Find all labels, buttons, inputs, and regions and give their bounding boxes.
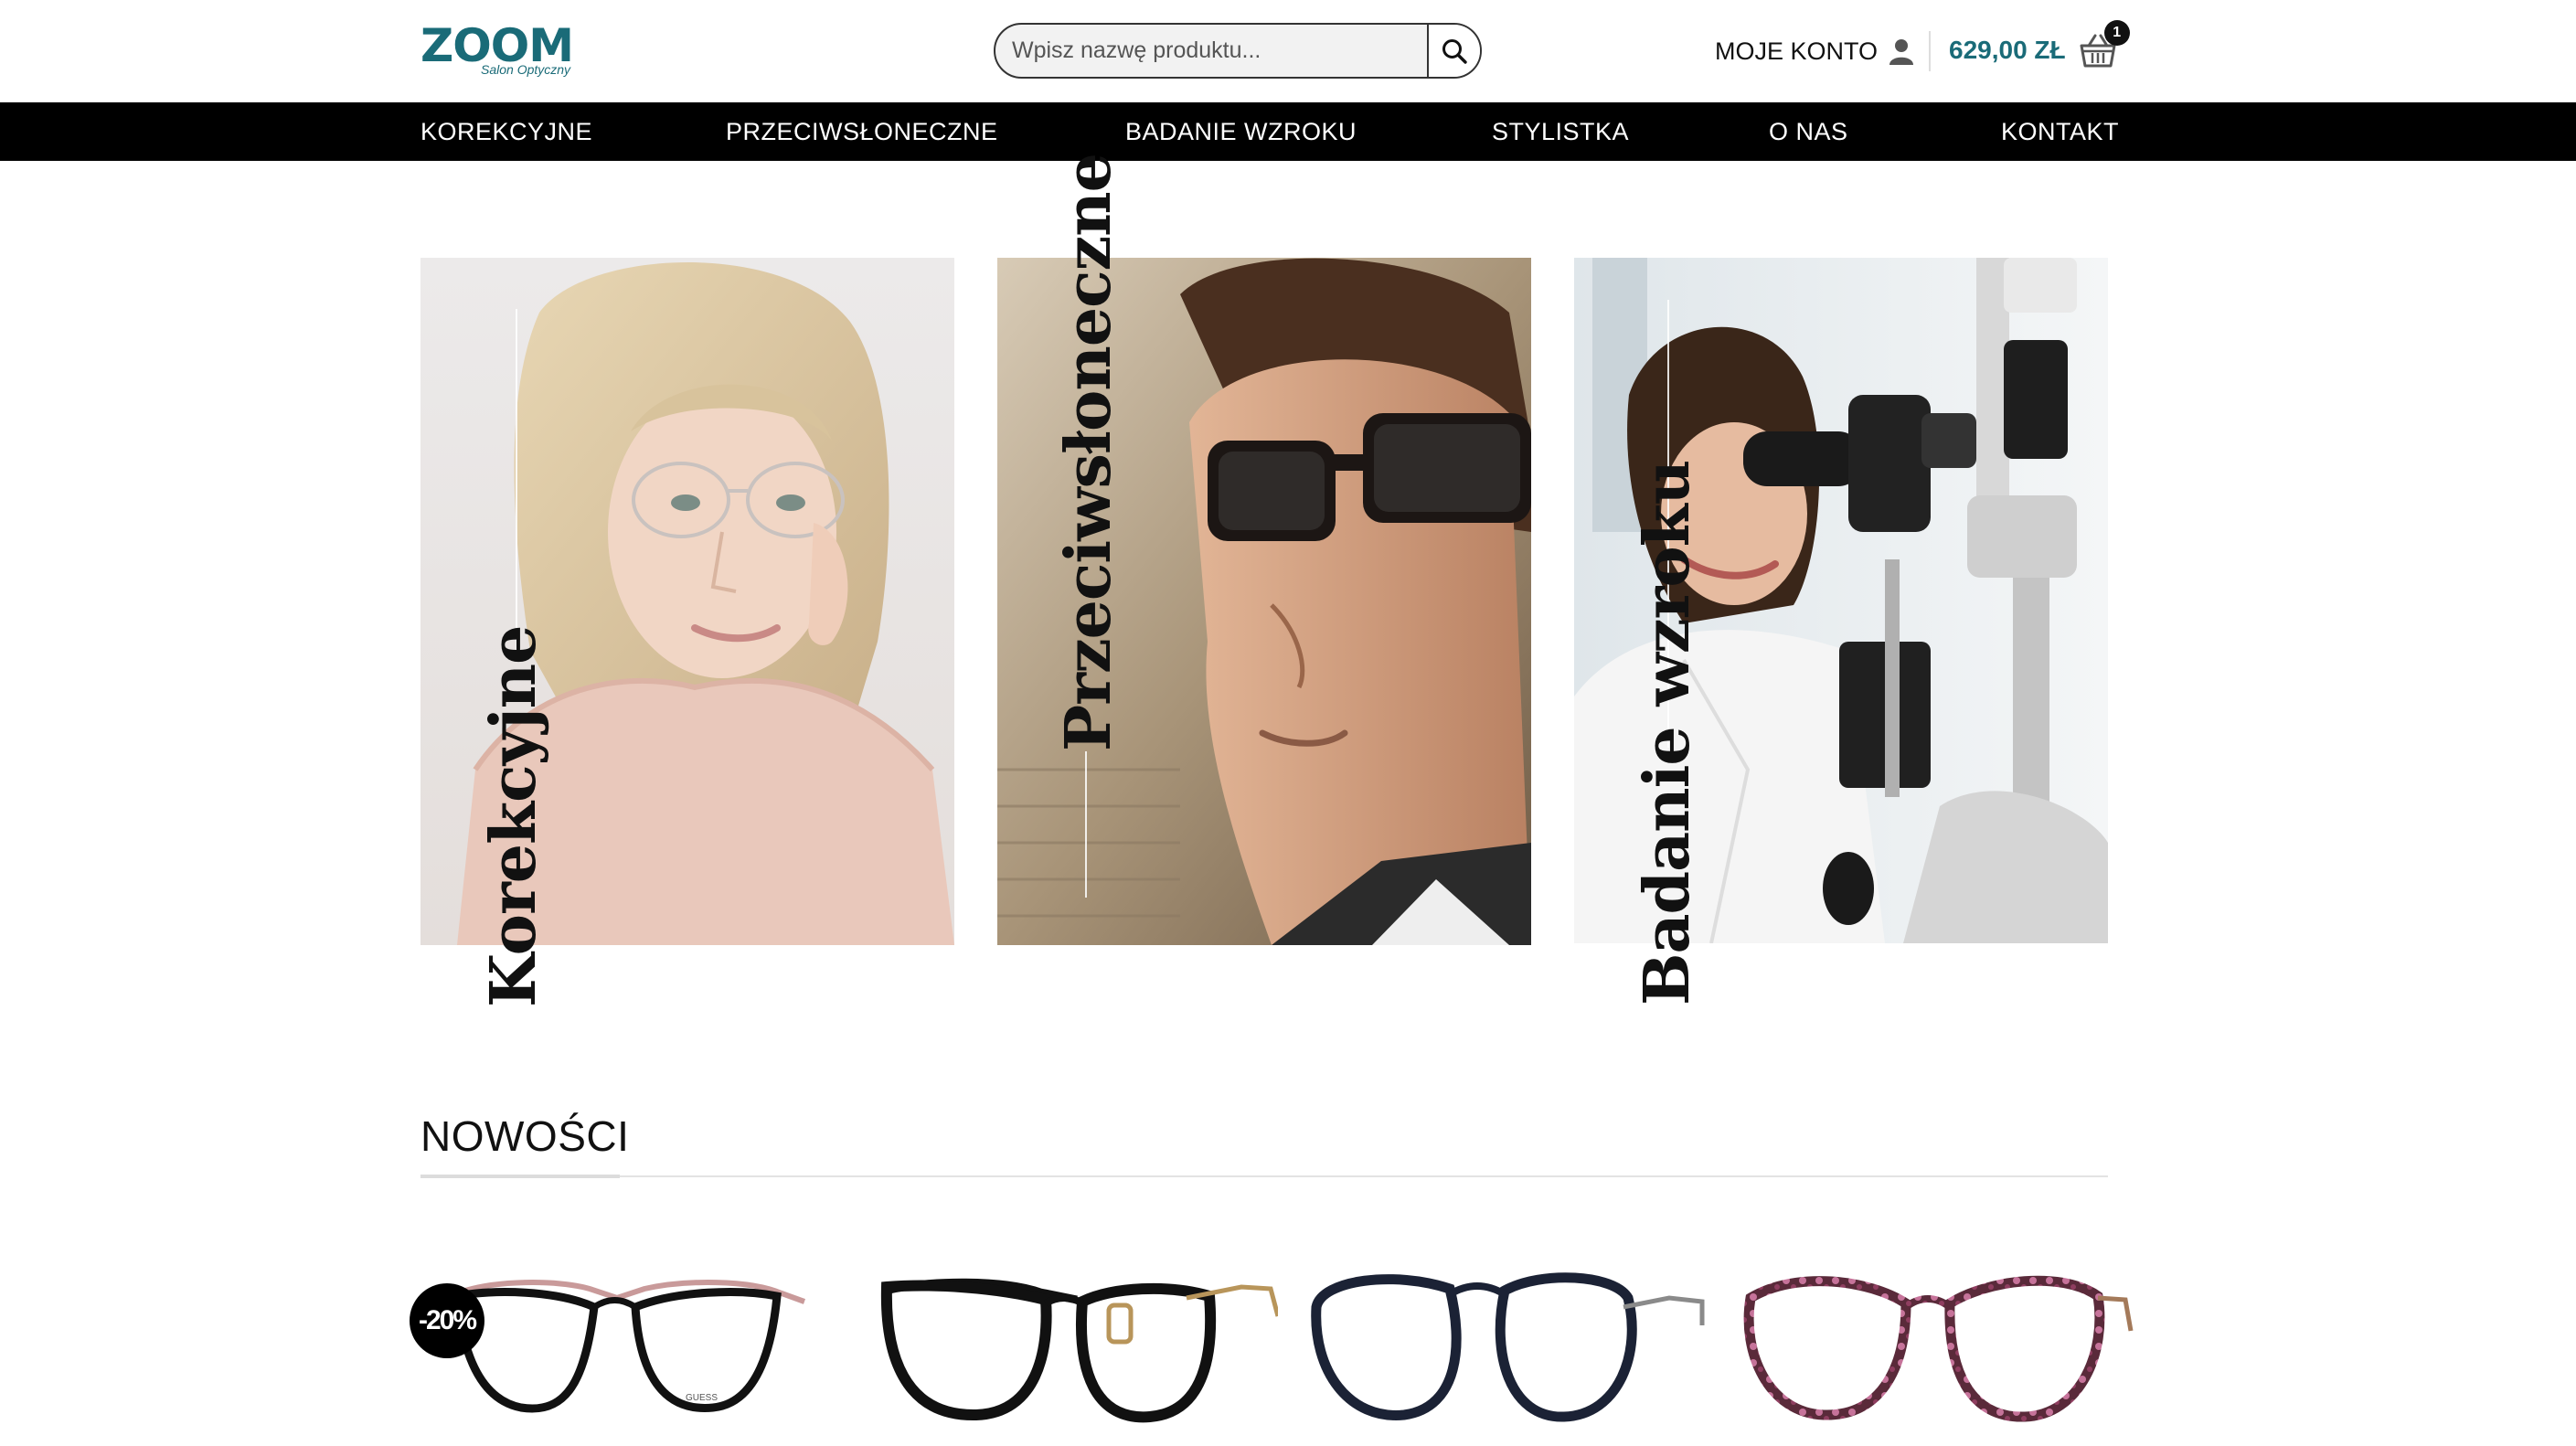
- cart-total: 629,00 ZŁ: [1949, 36, 2066, 64]
- cart-link[interactable]: 629,00 ZŁ 1: [1949, 20, 2130, 73]
- svg-text:GUESS: GUESS: [686, 1393, 718, 1403]
- card-decor-line: [516, 309, 517, 656]
- category-card-korekcyjne[interactable]: Korekcyjne: [420, 258, 954, 1007]
- product-card-2[interactable]: [876, 1243, 1281, 1446]
- nav-item-kontakt[interactable]: KONTAKT: [2001, 102, 2119, 161]
- card-decor-line: [1085, 751, 1087, 898]
- category-label-badanie-wzroku: Badanie wzroku: [1631, 460, 1704, 1005]
- account-link[interactable]: MOJE KONTO: [1715, 35, 1914, 68]
- main-navigation: KOREKCYJNE PRZECIWSŁONECZNE BADANIE WZRO…: [0, 102, 2576, 161]
- nav-item-korekcyjne[interactable]: KOREKCYJNE: [420, 102, 592, 161]
- section-title-nowosci: NOWOŚCI: [420, 1112, 630, 1160]
- logo-subtitle: Salon Optyczny: [481, 62, 571, 77]
- account-label: MOJE KONTO: [1715, 37, 1879, 65]
- product-card-4[interactable]: [1732, 1243, 2134, 1446]
- section-divider: [420, 1175, 2108, 1177]
- section-divider-accent: [420, 1175, 620, 1178]
- user-icon: [1889, 39, 1914, 65]
- eyeglasses-product-image: [880, 1278, 1281, 1423]
- search-button[interactable]: [1427, 25, 1480, 77]
- sale-badge: -20%: [410, 1283, 484, 1358]
- eyeglasses-product-image: [1311, 1272, 1705, 1422]
- nav-item-o-nas[interactable]: O NAS: [1769, 102, 1848, 161]
- nav-item-badanie-wzroku[interactable]: BADANIE WZROKU: [1125, 102, 1357, 161]
- product-card-3[interactable]: [1304, 1243, 1706, 1446]
- category-card-badanie-wzroku[interactable]: Badanie wzroku: [1574, 258, 2108, 1005]
- eyeglasses-product-image: [1743, 1275, 2134, 1422]
- site-logo[interactable]: ZOOM Salon Optyczny: [420, 20, 574, 82]
- cart-icon-wrap: 1: [2079, 20, 2130, 69]
- cart-count-badge: 1: [2103, 20, 2130, 46]
- category-label-korekcyjne: Korekcyjne: [477, 625, 550, 1007]
- search-form: [994, 23, 1482, 79]
- category-card-przeciwsloneczne[interactable]: Przeciwsłoneczne: [997, 154, 1531, 945]
- nav-item-stylistka[interactable]: STYLISTKA: [1492, 102, 1629, 161]
- header-divider: [1929, 31, 1931, 71]
- category-label-przeciwsloneczne: Przeciwsłoneczne: [1052, 154, 1125, 751]
- eyeglasses-product-image: GUESS: [452, 1280, 806, 1413]
- product-card-1[interactable]: GUESS: [420, 1243, 823, 1446]
- search-input[interactable]: [995, 25, 1429, 77]
- site-header: ZOOM Salon Optyczny MOJE KONTO 629,00 ZŁ: [0, 0, 2576, 102]
- nav-item-przeciwsloneczne[interactable]: PRZECIWSŁONECZNE: [726, 102, 998, 161]
- search-icon: [1442, 38, 1467, 64]
